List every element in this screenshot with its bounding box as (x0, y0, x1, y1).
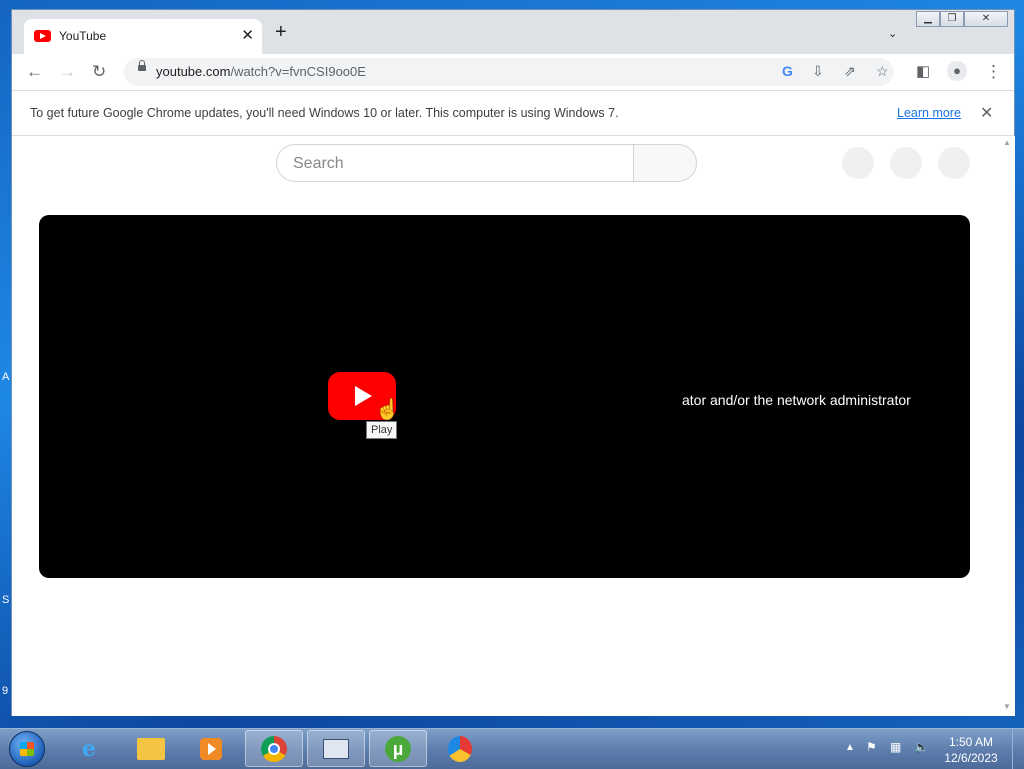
folder-icon (137, 737, 165, 760)
desktop-icon-label: S (2, 594, 10, 606)
tab-close-icon[interactable]: ✕ (241, 26, 254, 44)
learn-more-link[interactable]: Learn more (897, 106, 961, 120)
search-input[interactable]: Search (276, 144, 633, 182)
share-icon[interactable]: ⇗ (844, 63, 856, 80)
page-viewport: Search ☝ Play ator and/or the network ad… (12, 136, 998, 716)
google-translate-icon[interactable]: G (782, 63, 793, 79)
network-icon[interactable]: ▦ (890, 740, 906, 756)
address-bar[interactable]: youtube.com/watch?v=fvnCSI9oo0E G ⇩ ⇗ ☆ (124, 58, 894, 86)
url-text[interactable]: youtube.com/watch?v=fvnCSI9oo0E (156, 64, 366, 79)
video-player[interactable]: ☝ Play ator and/or the network administr… (39, 215, 970, 578)
hand-cursor-icon: ☝ (375, 399, 400, 421)
side-panel-icon[interactable]: ◧ (916, 62, 930, 82)
tab-youtube[interactable]: YouTube ✕ (24, 19, 262, 54)
search-placeholder: Search (293, 155, 344, 172)
media-player-button[interactable] (182, 730, 240, 767)
account-avatar[interactable] (938, 147, 970, 179)
reload-icon[interactable]: ↻ (92, 62, 106, 82)
youtube-favicon-icon (34, 30, 51, 42)
show-desktop-button[interactable] (1012, 729, 1024, 769)
volume-muted-icon[interactable]: 🔈 (914, 740, 930, 756)
infobar-message: To get future Google Chrome updates, you… (30, 106, 619, 120)
play-tooltip: Play (366, 421, 398, 439)
update-infobar: To get future Google Chrome updates, you… (12, 90, 1014, 136)
action-center-flag-icon[interactable]: ⚑ (866, 740, 882, 756)
tab-title: YouTube (59, 29, 107, 43)
desktop-icon-label: 9 (2, 685, 9, 697)
chrome-window: YouTube ✕ + ⌄ ▁ ❐ ✕ ← → ↻ youtube.com/wa… (11, 9, 1015, 716)
start-button[interactable] (9, 731, 45, 767)
internet-explorer-icon: e (82, 735, 96, 762)
close-window-button[interactable]: ✕ (964, 11, 1008, 27)
lock-icon[interactable] (138, 60, 146, 71)
taskbar: e µ ▲ ⚑ ▦ 🔈 1:50 AM 12/6/2023 (0, 728, 1024, 769)
title-bar: YouTube ✕ + ⌄ ▁ ❐ ✕ (12, 10, 1014, 54)
chrome-icon (261, 735, 287, 762)
browser-toolbar: ← → ↻ youtube.com/watch?v=fvnCSI9oo0E G … (12, 54, 1014, 90)
back-arrow-icon[interactable]: ← (26, 62, 43, 82)
kebab-menu-icon[interactable]: ⋮ (985, 62, 1002, 82)
player-error-message: ator and/or the network administrator (682, 392, 911, 408)
show-hidden-icons-icon[interactable]: ▲ (845, 742, 855, 753)
restore-button[interactable]: ❐ (940, 11, 964, 27)
search-button[interactable] (633, 144, 697, 182)
media-player-icon (200, 737, 222, 760)
file-explorer-button[interactable] (122, 730, 180, 767)
scroll-up-icon[interactable]: ▲ (1003, 138, 1011, 147)
minimize-button[interactable]: ▁ (916, 11, 940, 27)
window-controls: ▁ ❐ ✕ (916, 11, 1008, 27)
utorrent-button[interactable]: µ (369, 730, 427, 767)
clock-date: 12/6/2023 (944, 751, 998, 765)
keyboard-app-button[interactable] (307, 730, 365, 767)
notifications-icon[interactable] (890, 147, 922, 179)
utorrent-icon: µ (385, 735, 411, 762)
profile-avatar-icon[interactable]: ● (947, 61, 967, 81)
vertical-scrollbar[interactable]: ▲ ▼ (998, 136, 1015, 716)
internet-explorer-button[interactable]: e (60, 730, 118, 767)
forward-arrow-icon[interactable]: → (59, 62, 76, 82)
chrome-taskbar-button[interactable] (245, 730, 303, 767)
keyboard-icon (323, 738, 349, 759)
vpn-app-button[interactable] (431, 730, 489, 767)
system-clock[interactable]: 1:50 AM 12/6/2023 (940, 734, 1002, 766)
clock-time: 1:50 AM (948, 735, 994, 749)
desktop-icon-label: A (2, 371, 10, 383)
tab-search-chevron-icon[interactable]: ⌄ (888, 27, 897, 40)
scroll-down-icon[interactable]: ▼ (1003, 702, 1011, 711)
install-app-icon[interactable]: ⇩ (812, 63, 824, 80)
new-tab-icon[interactable]: + (275, 22, 287, 42)
infobar-close-icon[interactable]: ✕ (980, 103, 993, 123)
shield-app-icon (448, 735, 472, 762)
create-icon[interactable] (842, 147, 874, 179)
bookmark-star-icon[interactable]: ☆ (876, 63, 889, 80)
